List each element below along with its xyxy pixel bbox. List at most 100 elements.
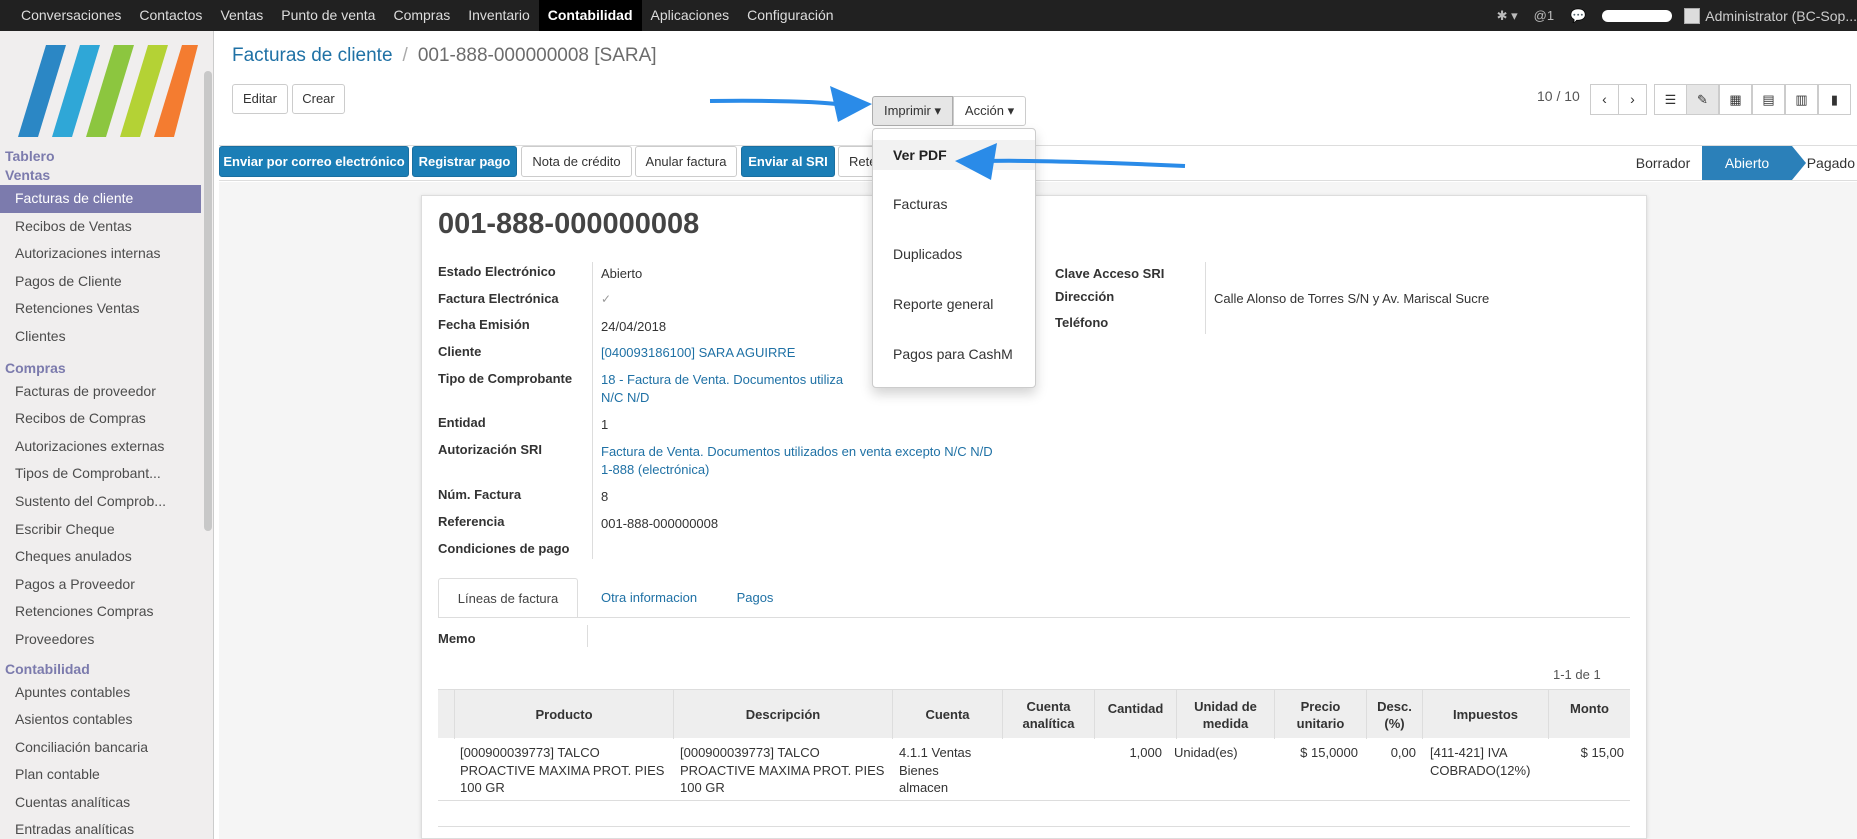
arrow-to-print-icon [709,86,872,122]
menu-item-ver-pdf[interactable]: Ver PDF [873,140,1035,170]
sidebar-section-contabilidad: Contabilidad [5,660,90,677]
sidebar-section-tablero[interactable]: Tablero [0,147,201,166]
menu-aplicaciones[interactable]: Aplicaciones [642,0,739,31]
status-stage-pagado[interactable]: Pagado [1800,146,1857,180]
create-button[interactable]: Crear [292,84,345,114]
sidebar-item-cuentas-analiticas[interactable]: Cuentas analíticas [0,789,201,817]
pager-previous-button[interactable]: ‹ [1590,84,1619,115]
sidebar-item-retenciones-compras[interactable]: Retenciones Compras [0,598,201,626]
column-precio-unitario[interactable]: Precio unitario [1274,690,1366,739]
menu-inventario[interactable]: Inventario [459,0,538,31]
form-header: Enviar por correo electrónico Registrar … [219,145,1857,181]
chevron-left-icon: ‹ [1602,91,1607,107]
avatar[interactable] [1684,7,1701,24]
column-unidad-medida[interactable]: Unidad de medida [1176,690,1274,739]
menu-contactos[interactable]: Contactos [130,0,211,31]
chat-icon[interactable]: 💬 [1570,8,1586,24]
sidebar-item-escribir-cheque[interactable]: Escribir Cheque [0,516,201,544]
sidebar-item-pagos-de-cliente[interactable]: Pagos de Cliente [0,268,201,296]
menu-configuracion[interactable]: Configuración [738,0,842,31]
column-descripcion[interactable]: Descripción [673,690,892,739]
kanban-view-icon[interactable]: ▦ [1719,84,1752,115]
action-dropdown-button[interactable]: Acción ▾ [953,96,1026,126]
print-dropdown-menu: Ver PDF Facturas Duplicados Reporte gene… [872,128,1036,388]
top-navbar: Conversaciones Contactos Ventas Punto de… [0,0,1857,31]
sidebar-item-retenciones-ventas[interactable]: Retenciones Ventas [0,295,201,323]
menu-compras[interactable]: Compras [384,0,459,31]
menu-ventas[interactable]: Ventas [211,0,272,31]
graph-view-icon[interactable]: ▮ [1818,84,1851,115]
breadcrumb-parent[interactable]: Facturas de cliente [232,45,393,66]
pager-next-button[interactable]: › [1618,84,1647,115]
cell-descripcion-line3: 100 GR [680,780,725,795]
form-view-icon[interactable]: ✎ [1686,84,1719,115]
menu-contabilidad[interactable]: Contabilidad [538,0,642,31]
sidebar-item-proveedores[interactable]: Proveedores [0,626,201,654]
sidebar-item-sustento-del-comprobante[interactable]: Sustento del Comprob... [0,488,201,516]
sidebar-item-facturas-de-cliente[interactable]: Facturas de cliente [0,185,201,213]
user-menu[interactable]: Administrator (BC-Sop... [1705,8,1857,24]
field-label-autorizacion-sri: Autorización SRI [438,442,543,457]
list-view-icon[interactable]: ☰ [1654,84,1687,115]
sidebar-item-entradas-analiticas[interactable]: Entradas analíticas [0,816,201,839]
column-cantidad[interactable]: Cantidad [1094,690,1176,739]
menu-item-reporte-general[interactable]: Reporte general [873,289,1035,319]
menu-conversaciones[interactable]: Conversaciones [12,0,130,31]
print-dropdown-button[interactable]: Imprimir ▾ [872,96,953,126]
chevron-right-icon: › [1630,91,1635,107]
debug-bug-icon[interactable]: ✱ ▾ [1497,8,1518,24]
cell-cuenta-line3: almacen [899,780,949,795]
status-stage-abierto[interactable]: Abierto [1702,146,1792,180]
sidebar-item-facturas-de-proveedor[interactable]: Facturas de proveedor [0,378,201,406]
menu-item-duplicados[interactable]: Duplicados [873,239,1035,269]
tab-lineas-de-factura[interactable]: Líneas de factura [438,578,578,618]
menu-punto-de-venta[interactable]: Punto de venta [272,0,384,31]
sidebar-item-asientos-contables[interactable]: Asientos contables [0,706,201,734]
sidebar-item-autorizaciones-internas[interactable]: Autorizaciones internas [0,240,201,268]
column-desc[interactable]: Desc. (%) [1366,690,1422,739]
sidebar-item-clientes[interactable]: Clientes [0,323,201,351]
lines-table-header: Producto Descripción Cuenta Cuenta analí… [438,689,1630,739]
menu-item-pagos-cashm[interactable]: Pagos para CashM [873,339,1035,369]
sidebar-item-cheques-anulados[interactable]: Cheques anulados [0,543,201,571]
sidebar-menu: Tablero Ventas Facturas de cliente Recib… [0,147,201,839]
register-payment-button[interactable]: Registrar pago [412,146,517,177]
column-cuenta[interactable]: Cuenta [892,690,1002,739]
field-divider [592,262,593,559]
column-impuestos[interactable]: Impuestos [1422,690,1548,739]
cell-precio: $ 15,0000 [1300,745,1358,760]
field-value-estado-electronico: Abierto [601,266,643,281]
pager-value[interactable]: 10 / 10 [1537,88,1580,104]
tab-otra-informacion[interactable]: Otra informacion [586,578,712,618]
tab-pagos[interactable]: Pagos [720,578,790,618]
field-value-autorizacion-sri[interactable]: Factura de Venta. Documentos utilizados … [601,444,993,459]
field-value-tipo-comprobante[interactable]: 18 - Factura de Venta. Documentos utiliz… [601,372,843,387]
field-label-num-factura: Núm. Factura [438,487,522,502]
status-stage-borrador[interactable]: Borrador [1624,146,1702,180]
sidebar-item-conciliacion-bancaria[interactable]: Conciliación bancaria [0,734,201,762]
edit-button[interactable]: Editar [232,84,288,114]
column-producto[interactable]: Producto [454,690,673,739]
sidebar-item-plan-contable[interactable]: Plan contable [0,761,201,789]
send-email-button[interactable]: Enviar por correo electrónico [219,146,409,177]
pivot-view-icon[interactable]: ▥ [1785,84,1818,115]
notification-counter[interactable]: @1 [1534,8,1554,23]
electronic-invoice-checkbox[interactable]: ✓ [601,292,611,306]
sidebar-item-recibos-de-ventas[interactable]: Recibos de Ventas [0,213,201,241]
field-value-cliente[interactable]: [040093186100] SARA AGUIRRE [601,345,795,360]
column-monto[interactable]: Monto [1548,690,1630,739]
menu-item-facturas[interactable]: Facturas [873,189,1035,219]
sidebar-item-recibos-de-compras[interactable]: Recibos de Compras [0,405,201,433]
sidebar-item-tipos-de-comprobante[interactable]: Tipos de Comprobant... [0,460,201,488]
sidebar-item-autorizaciones-externas[interactable]: Autorizaciones externas [0,433,201,461]
credit-note-button[interactable]: Nota de crédito [521,146,632,177]
sidebar-item-pagos-a-proveedor[interactable]: Pagos a Proveedor [0,571,201,599]
field-value-autorizacion-sri-line2[interactable]: 1-888 (electrónica) [601,462,709,477]
column-cuenta-analitica[interactable]: Cuenta analítica [1002,690,1094,739]
calendar-view-icon[interactable]: ▤ [1752,84,1785,115]
sidebar-item-apuntes-contables[interactable]: Apuntes contables [0,679,201,707]
send-sri-button[interactable]: Enviar al SRI [741,146,835,177]
field-value-tipo-comprobante-line2[interactable]: N/C N/D [601,390,649,405]
cancel-invoice-button[interactable]: Anular factura [635,146,737,177]
sidebar-scrollbar[interactable] [204,71,212,531]
